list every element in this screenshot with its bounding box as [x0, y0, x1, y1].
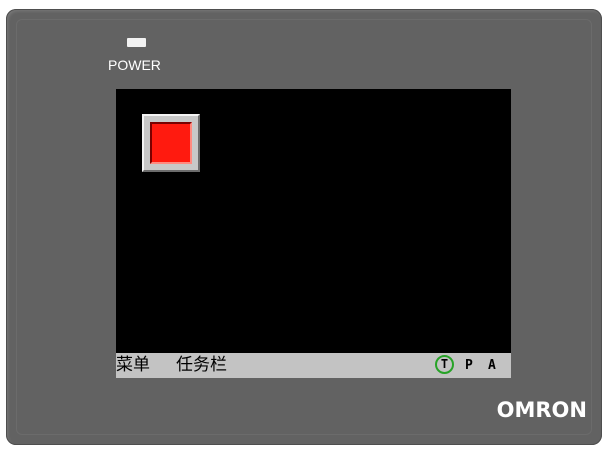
taskbar-button[interactable]: 任务栏: [176, 354, 227, 376]
indicator-a-icon[interactable]: A: [488, 357, 496, 374]
hmi-screen: 菜单 任务栏 T P A: [116, 89, 511, 378]
red-square-button[interactable]: [142, 114, 200, 172]
taskbar: 菜单 任务栏 T P A: [116, 353, 511, 378]
red-square-button-icon: [150, 122, 192, 164]
indicator-p-icon[interactable]: P: [465, 357, 473, 374]
power-led-indicator: [127, 38, 146, 47]
power-label: POWER: [108, 57, 161, 73]
indicator-t-icon[interactable]: T: [435, 355, 454, 374]
menu-button[interactable]: 菜单: [116, 354, 150, 376]
omron-logo: OMRON: [496, 398, 587, 422]
